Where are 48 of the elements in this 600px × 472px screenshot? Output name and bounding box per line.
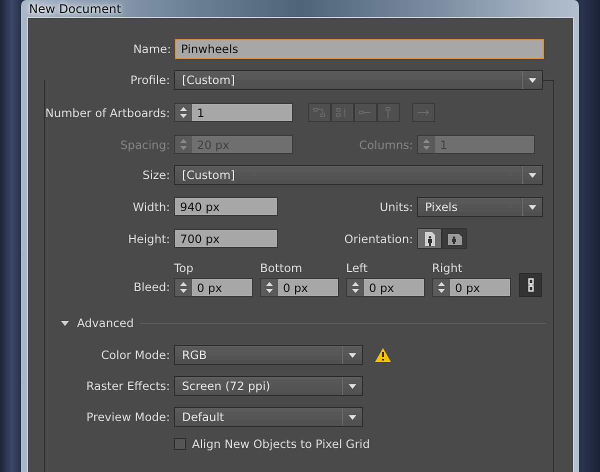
field-label: Raster Effects: xyxy=(85,378,171,392)
field-label: Bleed: xyxy=(132,279,171,296)
stepper-icon[interactable] xyxy=(433,279,450,296)
bleed-input[interactable]: 0 px xyxy=(174,278,253,297)
portrait-button[interactable] xyxy=(417,228,442,249)
units-dropdown[interactable]: Pixels xyxy=(417,196,543,216)
profile-dropdown[interactable]: [Custom] xyxy=(174,70,543,90)
field-label: Height: xyxy=(127,232,171,246)
height-input[interactable]: 700 px xyxy=(174,229,278,248)
width-input[interactable]: 940 px xyxy=(174,197,278,216)
link-button[interactable] xyxy=(519,273,542,297)
field-label: Size: xyxy=(142,168,171,182)
window-title: New Document xyxy=(29,2,122,16)
field-label: Units: xyxy=(378,200,414,214)
stepper-icon[interactable] xyxy=(261,279,278,296)
color-mode-dropdown[interactable]: RGB xyxy=(174,344,363,364)
field-label: Number of Artboards: xyxy=(45,106,171,120)
stepper-icon[interactable] xyxy=(175,279,192,296)
field-label: Left xyxy=(346,261,369,276)
checkbox[interactable] xyxy=(174,438,186,450)
size-dropdown[interactable]: [Custom] xyxy=(174,165,543,185)
field-label: Preview Mode: xyxy=(85,410,171,424)
field-label: Columns: xyxy=(358,138,414,152)
stepper-icon[interactable] xyxy=(347,279,364,296)
field-label: Right xyxy=(432,261,464,276)
field-label: Width: xyxy=(132,200,171,214)
field-label: Spacing: xyxy=(119,138,171,152)
stepper-icon[interactable] xyxy=(175,104,192,121)
bleed-input[interactable]: 0 px xyxy=(260,278,339,297)
landscape-page-icon xyxy=(446,232,462,246)
raster-effects-dropdown[interactable]: Screen (72 ppi) xyxy=(174,376,363,396)
artboards-input[interactable]: 1 xyxy=(174,103,293,122)
portrait-page-icon xyxy=(422,230,436,246)
section-title: Advanced xyxy=(77,316,134,330)
field-label: Bottom xyxy=(260,261,304,276)
field-label: Orientation: xyxy=(343,232,414,246)
name-input[interactable]: Pinwheels xyxy=(175,39,544,59)
chain-link-icon xyxy=(526,278,534,292)
field-label: Name: xyxy=(132,42,172,56)
bleed-input[interactable]: 0 px xyxy=(346,278,425,297)
expander-triangle-icon[interactable] xyxy=(60,320,70,326)
field-label: Top xyxy=(174,261,194,276)
field-label: Profile: xyxy=(45,73,174,87)
landscape-button[interactable] xyxy=(442,228,467,249)
preview-mode-dropdown[interactable]: Default xyxy=(174,406,363,426)
checkbox-label: Align New Objects to Pixel Grid xyxy=(192,437,370,451)
field-label: Color Mode: xyxy=(100,348,171,362)
bleed-input[interactable]: 0 px xyxy=(432,278,511,297)
